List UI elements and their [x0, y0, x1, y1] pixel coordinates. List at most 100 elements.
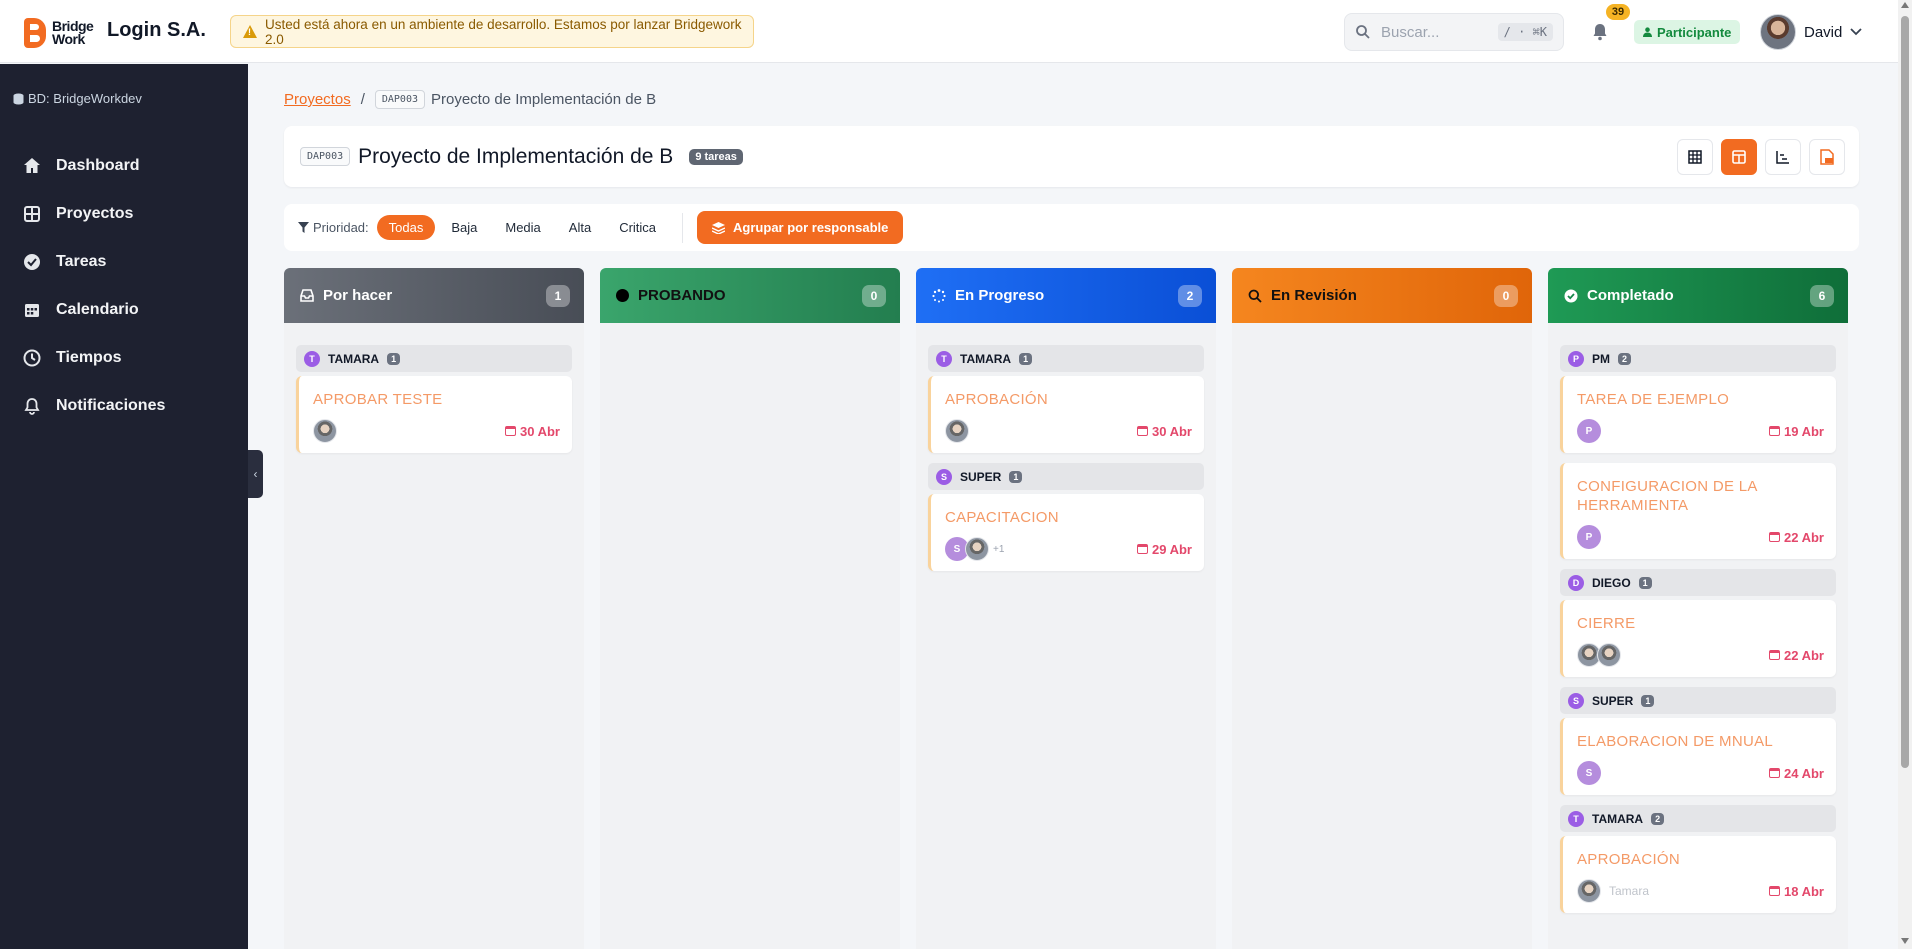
sidebar-item-label: Notificaciones — [56, 397, 166, 414]
search-icon — [1248, 289, 1262, 303]
task-card[interactable]: ELABORACION DE MNUAL S 24 Abr — [1560, 718, 1836, 795]
table-icon — [1688, 150, 1702, 164]
kanban-column-completado: Completado 6 P PM 2 TAREA DE EJEMPLO P 1… — [1548, 268, 1848, 949]
column-count-badge: 2 — [1178, 284, 1202, 307]
assignee-task-count: 1 — [1019, 352, 1033, 365]
kanban-view-button[interactable] — [1721, 139, 1757, 175]
assignee-group-header: T TAMARA 1 — [296, 345, 572, 372]
chevron-down-icon — [1850, 28, 1862, 36]
priority-filter-baja[interactable]: Baja — [439, 215, 489, 240]
sidebar-item-label: Calendario — [56, 301, 139, 318]
scroll-up-arrow-icon[interactable] — [1901, 2, 1909, 8]
due-date-text: 19 Abr — [1784, 423, 1824, 439]
assignee-group-header: D DIEGO 1 — [1560, 569, 1836, 596]
priority-filter-todas[interactable]: Todas — [376, 215, 436, 240]
home-icon — [24, 158, 40, 173]
clock-icon — [23, 349, 41, 367]
assignee-group: P PM 2 TAREA DE EJEMPLO P 19 Abr CONFIGU… — [1560, 345, 1836, 559]
breadcrumb-project-code: DAP003 — [374, 90, 425, 109]
assignee-initial: P — [1568, 350, 1584, 367]
assignee-name: DIEGO — [1592, 575, 1631, 590]
project-header: DAP003 Proyecto de Implementación de B 9… — [284, 126, 1859, 187]
assignee-name: SUPER — [960, 469, 1002, 484]
assignee-task-count: 2 — [1618, 352, 1632, 365]
assignee-group: T TAMARA 2 APROBACIÓN Tamara 18 Abr — [1560, 805, 1836, 913]
due-date-text: 22 Abr — [1784, 529, 1824, 545]
search-input[interactable]: Buscar... / · ⌘K — [1344, 13, 1564, 51]
task-card[interactable]: CIERRE 22 Abr — [1560, 600, 1836, 677]
scrollbar-thumb[interactable] — [1901, 16, 1909, 768]
column-title: PROBANDO — [638, 287, 726, 304]
task-title: CONFIGURACION DE LA HERRAMIENTA — [1577, 478, 1757, 514]
priority-filter-alta[interactable]: Alta — [557, 215, 603, 240]
sidebar-item-proyectos[interactable]: Proyectos — [0, 190, 248, 238]
priority-label-text: Prioridad: — [313, 220, 369, 235]
search-shortcut: / · ⌘K — [1497, 23, 1553, 41]
database-label: BD: BridgeWorkdev — [28, 91, 142, 106]
scroll-down-arrow-icon[interactable] — [1901, 938, 1909, 944]
breadcrumb: Proyectos / DAP003 Proyecto de Implement… — [284, 90, 656, 109]
assignee-name: TAMARA — [328, 351, 380, 366]
calendar-icon — [25, 304, 39, 317]
avatar — [1597, 643, 1621, 667]
table-view-button[interactable] — [1677, 139, 1713, 175]
column-header: PROBANDO 0 — [600, 268, 900, 323]
calendar-icon — [1769, 426, 1781, 436]
user-menu[interactable]: David — [1760, 14, 1862, 50]
breadcrumb-link-proyectos[interactable]: Proyectos — [284, 91, 351, 108]
sidebar-item-dashboard[interactable]: Dashboard — [0, 142, 248, 190]
warning-icon — [243, 25, 257, 38]
task-count-badge: 9 tareas — [689, 148, 743, 165]
task-card[interactable]: APROBACIÓN 30 Abr — [928, 376, 1204, 453]
user-icon — [1643, 27, 1652, 37]
gantt-view-button[interactable] — [1765, 139, 1801, 175]
avatar: P — [1577, 419, 1601, 443]
export-pdf-button[interactable] — [1809, 139, 1845, 175]
dev-warning-text: Usted está ahora en un ambiente de desar… — [265, 16, 742, 47]
logo-text-line2: Work — [52, 31, 85, 47]
column-title: Completado — [1587, 287, 1674, 304]
task-card[interactable]: APROBAR TESTE 30 Abr — [296, 376, 572, 453]
assignee-group-header: T TAMARA 2 — [1560, 805, 1836, 832]
assignee-group: T TAMARA 1 APROBACIÓN 30 Abr — [928, 345, 1204, 453]
column-header: Completado 6 — [1548, 268, 1848, 323]
priority-filter-critica[interactable]: Critica — [607, 215, 668, 240]
task-card[interactable]: CONFIGURACION DE LA HERRAMIENTA P 22 Abr — [1560, 463, 1836, 559]
assignee-group-header: T TAMARA 1 — [928, 345, 1204, 372]
user-name: David — [1804, 23, 1843, 41]
assignee-task-count: 1 — [1641, 694, 1655, 707]
task-title: APROBAR TESTE — [313, 391, 443, 408]
group-by-assignee-button[interactable]: Agrupar por responsable — [697, 211, 904, 244]
due-date-text: 18 Abr — [1784, 883, 1824, 899]
task-card[interactable]: TAREA DE EJEMPLO P 19 Abr — [1560, 376, 1836, 453]
assignee-task-count: 2 — [1651, 812, 1665, 825]
sidebar-nav: Dashboard Proyectos Tareas Calendario Ti… — [0, 142, 248, 430]
role-badge: Participante — [1634, 20, 1741, 44]
sidebar-collapse-button[interactable]: ‹ — [248, 450, 263, 498]
due-date-text: 30 Abr — [520, 423, 560, 439]
project-code: DAP003 — [300, 147, 351, 166]
calendar-icon — [1769, 532, 1781, 542]
logo-mark-icon — [24, 18, 46, 48]
assignee-name: PM — [1592, 351, 1610, 366]
user-avatar — [1760, 14, 1796, 50]
due-date-text: 24 Abr — [1784, 765, 1824, 781]
assignee-name: SUPER — [1592, 693, 1634, 708]
assignee-group-header: S SUPER 1 — [928, 463, 1204, 490]
kanban-column-en-revision: En Revisión 0 — [1232, 268, 1532, 949]
assignee-group: T TAMARA 1 APROBAR TESTE 30 Abr — [296, 345, 572, 453]
task-card[interactable]: APROBACIÓN Tamara 18 Abr — [1560, 836, 1836, 913]
assignee-group: S SUPER 1 CAPACITACION S +1 29 Abr — [928, 463, 1204, 571]
sidebar-item-notificaciones[interactable]: Notificaciones — [0, 382, 248, 430]
notifications-bell-icon[interactable] — [1590, 22, 1610, 42]
due-date: 30 Abr — [505, 424, 560, 439]
sidebar-item-tiempos[interactable]: Tiempos — [0, 334, 248, 382]
kanban-icon — [1732, 150, 1746, 164]
column-count-badge: 1 — [546, 284, 570, 307]
sidebar-item-calendario[interactable]: Calendario — [0, 286, 248, 334]
priority-filter-media[interactable]: Media — [493, 215, 552, 240]
task-card[interactable]: CAPACITACION S +1 29 Abr — [928, 494, 1204, 571]
bridgework-logo[interactable]: Bridge Work — [24, 18, 94, 48]
sidebar-item-tareas[interactable]: Tareas — [0, 238, 248, 286]
due-date: 18 Abr — [1769, 884, 1824, 899]
